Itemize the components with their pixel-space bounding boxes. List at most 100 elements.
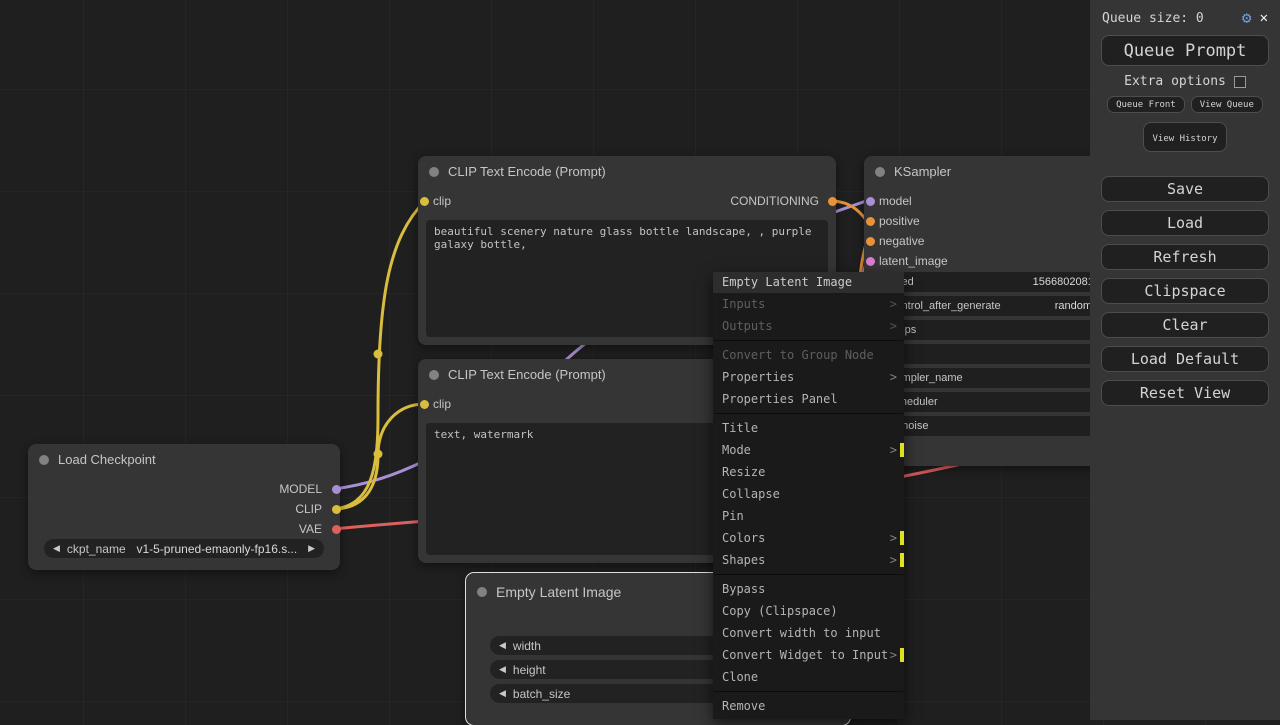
clipspace-button[interactable]: Clipspace [1101, 278, 1269, 304]
context-menu-title: Empty Latent Image [713, 272, 904, 293]
node-header: Load Checkpoint [28, 444, 340, 475]
view-history-button[interactable]: View History [1143, 122, 1227, 152]
collapse-dot-icon[interactable] [477, 587, 487, 597]
menu-item-clone[interactable]: Clone [713, 666, 904, 688]
submenu-accent-bar [900, 553, 904, 567]
node-title: Empty Latent Image [496, 584, 621, 600]
seed-widget[interactable]: ◀ seed 156680208174 ▶ [869, 272, 1127, 292]
collapse-dot-icon[interactable] [875, 167, 885, 177]
queue-prompt-button[interactable]: Queue Prompt [1101, 35, 1269, 66]
clip-output-label: CLIP [295, 502, 322, 516]
submenu-accent-bar [900, 443, 904, 457]
menu-item-properties[interactable]: Properties> [713, 366, 904, 388]
widget-left-arrow-icon[interactable]: ◀ [499, 640, 506, 651]
menu-item-inputs[interactable]: Inputs> [713, 293, 904, 315]
load-button[interactable]: Load [1101, 210, 1269, 236]
widget-left-arrow-icon[interactable]: ◀ [499, 664, 506, 675]
save-button[interactable]: Save [1101, 176, 1269, 202]
menu-separator [714, 691, 903, 692]
wire-dot [374, 350, 383, 359]
control-after-generate-widget[interactable]: ◀ control_after_generate randomize ▶ [869, 296, 1127, 316]
clip-input-slot[interactable] [420, 197, 429, 206]
negative-input-slot[interactable] [866, 237, 875, 246]
submenu-arrow-icon: > [890, 366, 897, 388]
submenu-arrow-icon: > [890, 549, 897, 571]
denoise-widget[interactable]: ◀ denoise ▶ [869, 416, 1127, 436]
latent-image-input-slot[interactable] [866, 257, 875, 266]
menu-item-collapse[interactable]: Collapse [713, 483, 904, 505]
refresh-button[interactable]: Refresh [1101, 244, 1269, 270]
node-title: Load Checkpoint [58, 452, 156, 467]
width-label: width [513, 639, 541, 653]
menu-item-convert-to-group-node[interactable]: Convert to Group Node [713, 344, 904, 366]
close-icon[interactable]: ✕ [1260, 10, 1268, 26]
scheduler-widget[interactable]: ◀ scheduler ▶ [869, 392, 1127, 412]
height-label: height [513, 663, 546, 677]
combo-right-arrow-icon[interactable]: ▶ [308, 543, 315, 554]
ckpt-name-label: ckpt_name [67, 542, 126, 556]
reset-view-button[interactable]: Reset View [1101, 380, 1269, 406]
queue-size-label: Queue size: 0 [1102, 11, 1234, 26]
menu-item-colors[interactable]: Colors> [713, 527, 904, 549]
menu-item-remove[interactable]: Remove [713, 695, 904, 717]
clip-output-slot[interactable] [332, 505, 341, 514]
extra-options-checkbox[interactable] [1234, 76, 1246, 88]
node-load-checkpoint[interactable]: Load Checkpoint MODEL CLIP VAE ◀ ckpt_na… [28, 444, 340, 570]
control-after-generate-label: control_after_generate [890, 300, 1001, 312]
menu-item-title[interactable]: Title [713, 417, 904, 439]
model-output-slot[interactable] [332, 485, 341, 494]
widget-left-arrow-icon[interactable]: ◀ [499, 688, 506, 699]
menu-item-convert-width-to-input[interactable]: Convert width to input [713, 622, 904, 644]
combo-left-arrow-icon[interactable]: ◀ [53, 543, 60, 554]
node-title: CLIP Text Encode (Prompt) [448, 367, 606, 382]
collapse-dot-icon[interactable] [39, 455, 49, 465]
node-title: CLIP Text Encode (Prompt) [448, 164, 606, 179]
menu-separator [714, 574, 903, 575]
cfg-widget[interactable]: ◀ cfg ▶ [869, 344, 1127, 364]
vae-output-slot[interactable] [332, 525, 341, 534]
submenu-arrow-icon: > [890, 644, 897, 666]
settings-gear-icon[interactable]: ⚙ [1242, 10, 1252, 26]
menu-item-properties-panel[interactable]: Properties Panel [713, 388, 904, 410]
positive-input-label: positive [879, 214, 920, 228]
steps-widget[interactable]: ◀ steps ▶ [869, 320, 1127, 340]
view-queue-button[interactable]: View Queue [1191, 96, 1263, 113]
comfy-menu-panel: Queue size: 0 ⚙ ✕ Queue Prompt Extra opt… [1090, 0, 1280, 720]
node-context-menu: Empty Latent Image Inputs> Outputs> Conv… [713, 272, 904, 719]
vae-output-label: VAE [299, 522, 322, 536]
comfyui-canvas[interactable]: { "ui": { "arrow_left": "◀", "arrow_righ… [0, 0, 1280, 720]
batch-size-label: batch_size [513, 687, 570, 701]
collapse-dot-icon[interactable] [429, 370, 439, 380]
clear-button[interactable]: Clear [1101, 312, 1269, 338]
conditioning-output-slot[interactable] [828, 197, 837, 206]
submenu-arrow-icon: > [890, 315, 897, 337]
menu-item-outputs[interactable]: Outputs> [713, 315, 904, 337]
latent-image-input-label: latent_image [879, 254, 948, 268]
extra-options-label: Extra options [1124, 74, 1226, 89]
submenu-accent-bar [900, 648, 904, 662]
queue-front-button[interactable]: Queue Front [1107, 96, 1185, 113]
node-title: KSampler [894, 164, 951, 179]
model-input-label: model [879, 194, 912, 208]
menu-item-convert-widget-to-input[interactable]: Convert Widget to Input> [713, 644, 904, 666]
submenu-arrow-icon: > [890, 527, 897, 549]
ckpt-name-value: v1-5-pruned-emaonly-fp16.s... [133, 542, 301, 556]
menu-item-copy-clipspace[interactable]: Copy (Clipspace) [713, 600, 904, 622]
submenu-arrow-icon: > [890, 439, 897, 461]
model-output-label: MODEL [279, 482, 322, 496]
menu-separator [714, 340, 903, 341]
submenu-arrow-icon: > [890, 293, 897, 315]
ckpt-name-combo[interactable]: ◀ ckpt_name v1-5-pruned-emaonly-fp16.s..… [44, 539, 324, 558]
clip-input-slot[interactable] [420, 400, 429, 409]
menu-item-bypass[interactable]: Bypass [713, 578, 904, 600]
menu-item-pin[interactable]: Pin [713, 505, 904, 527]
menu-item-shapes[interactable]: Shapes> [713, 549, 904, 571]
load-default-button[interactable]: Load Default [1101, 346, 1269, 372]
menu-item-resize[interactable]: Resize [713, 461, 904, 483]
model-input-slot[interactable] [866, 197, 875, 206]
sampler-name-widget[interactable]: ◀ sampler_name ▶ [869, 368, 1127, 388]
positive-input-slot[interactable] [866, 217, 875, 226]
collapse-dot-icon[interactable] [429, 167, 439, 177]
menu-item-mode[interactable]: Mode> [713, 439, 904, 461]
clip-input-label: clip [433, 397, 451, 411]
